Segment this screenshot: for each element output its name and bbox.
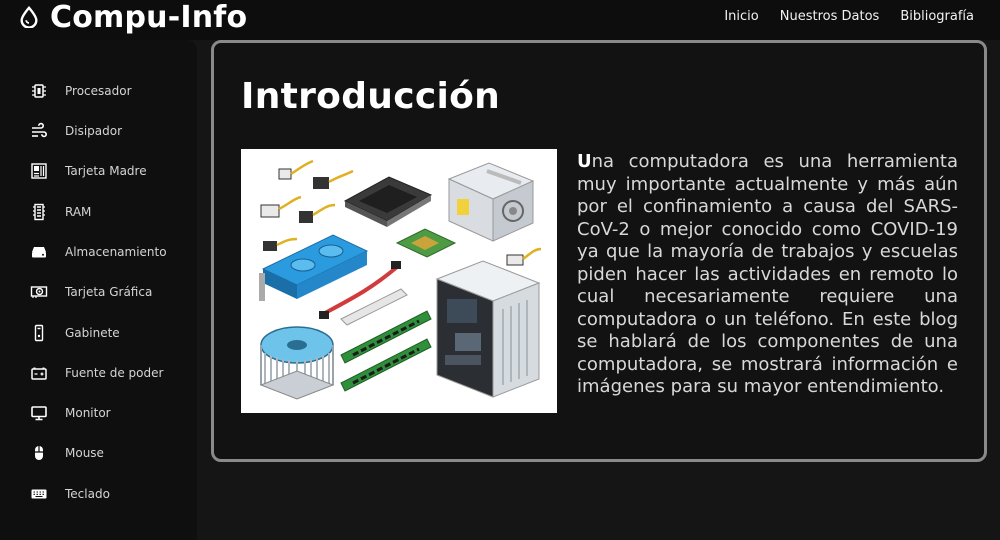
sidebar-item-procesador[interactable]: Procesador: [30, 80, 132, 102]
sidebar-item-label: Almacenamiento: [65, 245, 167, 259]
paragraph-first-letter: U: [577, 151, 592, 172]
sidebar-item-label: Mouse: [65, 446, 104, 460]
gpu-icon: [30, 286, 48, 298]
sidebar-item-label: Disipador: [65, 124, 123, 138]
wind-icon: [32, 122, 47, 138]
sidebar-item-label: Fuente de poder: [65, 366, 164, 380]
monitor-icon: [31, 406, 47, 421]
sidebar: Procesador Disipador Tarjeta Madre RAM A…: [0, 40, 197, 540]
keyboard-icon: [31, 489, 47, 499]
sidebar-item-tarjeta-grafica[interactable]: Tarjeta Gráfica: [30, 281, 152, 303]
nav-link-inicio[interactable]: Inicio: [724, 9, 758, 24]
sidebar-item-label: Tarjeta Gráfica: [65, 285, 153, 299]
motherboard-icon: [31, 163, 47, 179]
page-title: Introducción: [241, 76, 501, 117]
molex-connector-illustration: [506, 254, 524, 266]
sidebar-item-label: RAM: [65, 205, 92, 219]
cpu-icon: [32, 84, 46, 98]
sidebar-item-label: Tarjeta Madre: [65, 164, 147, 178]
cpu-cooler-illustration: [259, 326, 335, 400]
hdd-icon: [32, 247, 46, 258]
sidebar-item-label: Monitor: [65, 406, 111, 420]
nav-link-nuestros-datos[interactable]: Nuestros Datos: [780, 9, 880, 24]
sidebar-item-label: Teclado: [65, 487, 110, 501]
top-navbar: Compu-Info Inicio Nuestros Datos Bibliog…: [0, 0, 1000, 40]
sidebar-item-gabinete[interactable]: Gabinete: [30, 322, 120, 344]
battery-icon: [31, 367, 47, 380]
sidebar-item-teclado[interactable]: Teclado: [30, 483, 110, 505]
brand-logo[interactable]: Compu-Info: [18, 0, 248, 35]
computer-components-illustration: [241, 149, 557, 413]
pc-case-illustration: [435, 260, 541, 398]
sidebar-item-monitor[interactable]: Monitor: [30, 402, 111, 424]
sidebar-item-ram[interactable]: RAM: [30, 201, 91, 223]
sidebar-item-fuente-de-poder[interactable]: Fuente de poder: [30, 362, 163, 384]
intro-card: Introducción Una computadora es una herr…: [211, 40, 987, 462]
main-nav: Inicio Nuestros Datos Bibliografía: [724, 0, 974, 32]
sidebar-item-label: Procesador: [65, 84, 132, 98]
intro-paragraph: Una computadora es una herramienta muy i…: [577, 151, 958, 399]
tower-icon: [34, 324, 44, 342]
drop-icon: [20, 6, 38, 28]
memory-icon: [33, 203, 45, 221]
sidebar-item-almacenamiento[interactable]: Almacenamiento: [30, 241, 167, 263]
sidebar-item-tarjeta-madre[interactable]: Tarjeta Madre: [30, 160, 147, 182]
brand-name: Compu-Info: [50, 0, 248, 35]
sidebar-item-mouse[interactable]: Mouse: [30, 442, 104, 464]
sidebar-item-disipador[interactable]: Disipador: [30, 120, 122, 142]
nav-link-bibliografia[interactable]: Bibliografía: [900, 9, 974, 24]
sidebar-item-label: Gabinete: [65, 326, 120, 340]
mouse-icon: [35, 446, 43, 460]
paragraph-body: na computadora es una herramienta muy im…: [577, 151, 958, 397]
